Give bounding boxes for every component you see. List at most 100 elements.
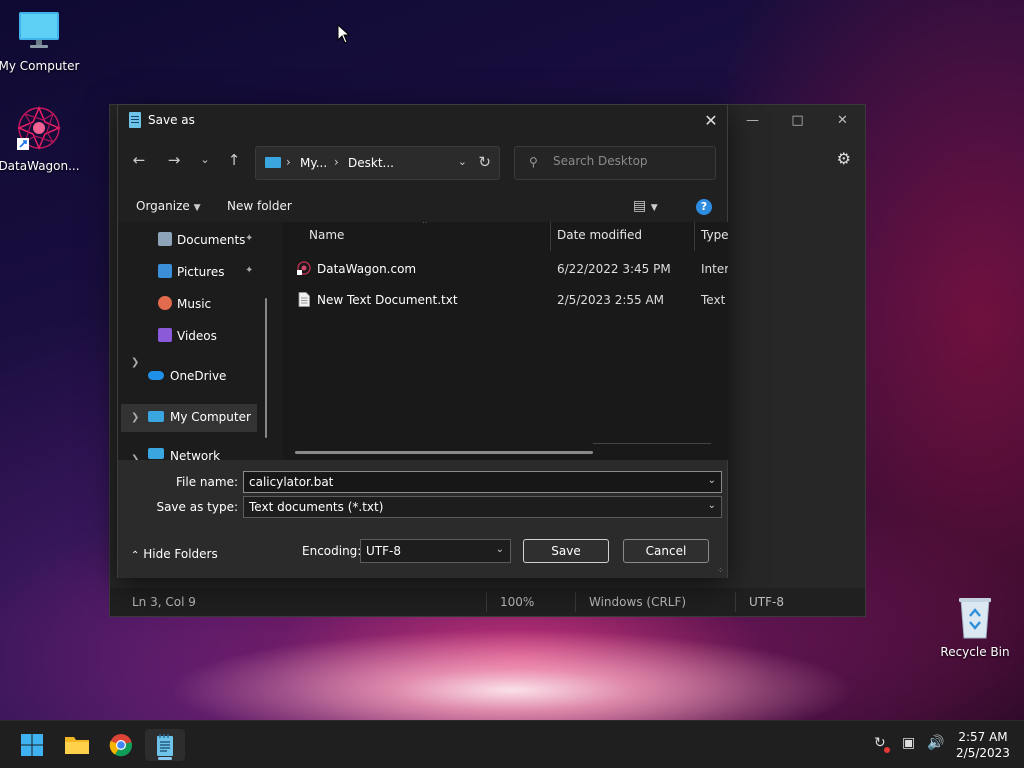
file-name-label: File name: — [176, 475, 238, 489]
file-row[interactable]: DataWagon.com 6/22/2022 3:45 PM Intern — [283, 258, 728, 282]
nav-item-my-computer[interactable]: ❯ My Computer — [121, 404, 257, 432]
dropdown-caret-icon: ▼ — [193, 203, 201, 213]
nav-item-pictures[interactable]: Pictures ✦ — [158, 262, 268, 286]
forward-arrow-icon[interactable]: → — [163, 151, 185, 169]
chevron-down-icon: ⌄ — [495, 544, 504, 555]
navigation-bar: ← → ⌄ ↑ › My... › Deskt... ⌄ ↻ ⚲ — [118, 136, 727, 191]
column-header-label: Date modified — [557, 228, 643, 242]
horizontal-scrollbar[interactable] — [295, 451, 593, 454]
breadcrumb-chevron-icon[interactable]: › — [334, 155, 339, 169]
breadcrumb-my-computer[interactable]: My... — [300, 156, 327, 170]
desktop-icon-datawagon[interactable]: DataWagon... — [0, 104, 81, 173]
maximize-icon[interactable]: □ — [775, 105, 820, 135]
desktop-icon-my-computer[interactable]: My Computer — [0, 10, 81, 73]
file-row[interactable]: New Text Document.txt 2/5/2023 2:55 AM T… — [283, 289, 728, 313]
refresh-icon[interactable]: ↻ — [478, 153, 491, 171]
status-encoding: UTF-8 — [749, 595, 784, 609]
save-as-dialog: Save as ✕ ← → ⌄ ↑ › My... › Deskt... ⌄ ↻… — [117, 104, 728, 578]
back-arrow-icon[interactable]: ← — [128, 151, 150, 169]
clock-date: 2/5/2023 — [956, 746, 1010, 760]
nav-item-videos[interactable]: Videos — [158, 326, 268, 350]
volume-icon[interactable]: 🔊 — [927, 735, 944, 751]
cancel-button[interactable]: Cancel — [623, 539, 709, 563]
network-icon[interactable]: ▣ — [902, 735, 915, 751]
nav-pane-scrollbar[interactable] — [265, 298, 267, 438]
clock[interactable]: 2:57 AM 2/5/2023 — [950, 729, 1016, 761]
status-divider — [735, 592, 736, 612]
address-dropdown-icon[interactable]: ⌄ — [458, 155, 467, 168]
recent-locations-chevron-icon[interactable]: ⌄ — [194, 153, 216, 166]
notepad-status-bar: Ln 3, Col 9 100% Windows (CRLF) UTF-8 — [110, 588, 865, 616]
organize-button[interactable]: Organize ▼ — [136, 199, 201, 213]
chrome-icon — [109, 734, 133, 757]
breadcrumb-chevron-icon[interactable]: › — [286, 155, 291, 169]
address-bar[interactable]: › My... › Deskt... ⌄ ↻ — [255, 146, 500, 180]
search-input[interactable] — [553, 154, 703, 168]
list-view-icon: ▤ — [633, 198, 647, 214]
chevron-up-icon: ⌃ — [131, 550, 140, 561]
gear-icon[interactable]: ⚙ — [837, 149, 851, 168]
view-options-button[interactable]: ▤ ▼ — [633, 198, 658, 214]
status-zoom: 100% — [500, 595, 535, 609]
up-arrow-icon[interactable]: ↑ — [223, 151, 245, 169]
dialog-title-bar: Save as ✕ — [118, 105, 727, 136]
save-options-panel: File name: calicylator.bat ⌄ Save as typ… — [118, 460, 727, 578]
file-name: New Text Document.txt — [317, 293, 458, 307]
expand-chevron-icon[interactable]: ❯ — [131, 412, 139, 423]
close-icon[interactable]: ✕ — [820, 105, 865, 135]
search-box[interactable]: ⚲ — [514, 146, 716, 180]
nav-item-label: Documents — [177, 233, 246, 247]
documents-icon — [158, 232, 172, 246]
pin-icon[interactable]: ✦ — [245, 233, 253, 244]
column-header-name[interactable]: ⌃ Name — [283, 222, 550, 251]
file-type: Text D — [701, 293, 728, 307]
new-folder-button[interactable]: New folder — [227, 199, 292, 213]
network-icon — [148, 448, 164, 459]
start-button[interactable] — [12, 729, 52, 761]
nav-item-network[interactable]: Network — [148, 446, 263, 460]
resize-grip-icon[interactable]: ⁘ — [717, 566, 724, 575]
save-button[interactable]: Save — [523, 539, 609, 563]
nav-item-onedrive[interactable]: OneDrive — [148, 366, 263, 390]
minimize-icon[interactable]: — — [730, 105, 775, 135]
computer-icon — [265, 157, 281, 168]
column-header-type[interactable]: Type — [695, 222, 728, 251]
datawagon-shortcut-icon — [17, 106, 61, 150]
folder-icon — [65, 737, 89, 754]
search-icon: ⚲ — [529, 155, 538, 169]
hide-folders-label: Hide Folders — [143, 547, 218, 561]
expand-chevron-icon[interactable]: ❯ — [131, 357, 139, 368]
organize-label: Organize — [136, 199, 190, 213]
chrome-button[interactable] — [101, 729, 141, 761]
desktop-icon-recycle-bin[interactable]: Recycle Bin — [938, 596, 1012, 659]
save-type-select[interactable]: Text documents (*.txt) ⌄ — [243, 496, 722, 518]
breadcrumb-desktop[interactable]: Deskt... — [348, 156, 394, 170]
navigation-pane: Documents ✦ Pictures ✦ Music Videos ❯ On… — [118, 222, 271, 460]
desktop-icon-label: Recycle Bin — [940, 645, 1010, 659]
scroll-track — [593, 443, 711, 444]
column-header-date[interactable]: Date modified — [551, 222, 693, 251]
status-line-endings: Windows (CRLF) — [589, 595, 687, 609]
encoding-label: Encoding: — [302, 544, 362, 558]
close-icon[interactable]: ✕ — [695, 105, 727, 136]
desktop-icon-label: My Computer — [0, 59, 80, 73]
file-name-input[interactable]: calicylator.bat ⌄ — [243, 471, 722, 493]
file-explorer-button[interactable] — [57, 729, 97, 761]
nav-item-label: Music — [177, 297, 212, 311]
status-divider — [575, 592, 576, 612]
text-file-icon — [298, 292, 310, 307]
internet-shortcut-icon — [297, 261, 311, 275]
encoding-select[interactable]: UTF-8 ⌄ — [360, 539, 511, 563]
nav-item-label: OneDrive — [170, 369, 227, 383]
cloud-icon — [148, 371, 164, 380]
chevron-down-icon[interactable]: ⌄ — [708, 475, 716, 486]
help-icon[interactable]: ? — [696, 199, 712, 215]
file-date: 2/5/2023 2:55 AM — [557, 293, 665, 307]
pin-icon[interactable]: ✦ — [245, 265, 253, 276]
status-divider — [486, 592, 487, 612]
nav-item-music[interactable]: Music — [158, 294, 268, 318]
notepad-taskbar-button[interactable] — [145, 729, 185, 761]
nav-item-documents[interactable]: Documents ✦ — [158, 230, 268, 254]
computer-icon — [148, 411, 164, 422]
hide-folders-button[interactable]: ⌃ Hide Folders — [131, 547, 218, 561]
